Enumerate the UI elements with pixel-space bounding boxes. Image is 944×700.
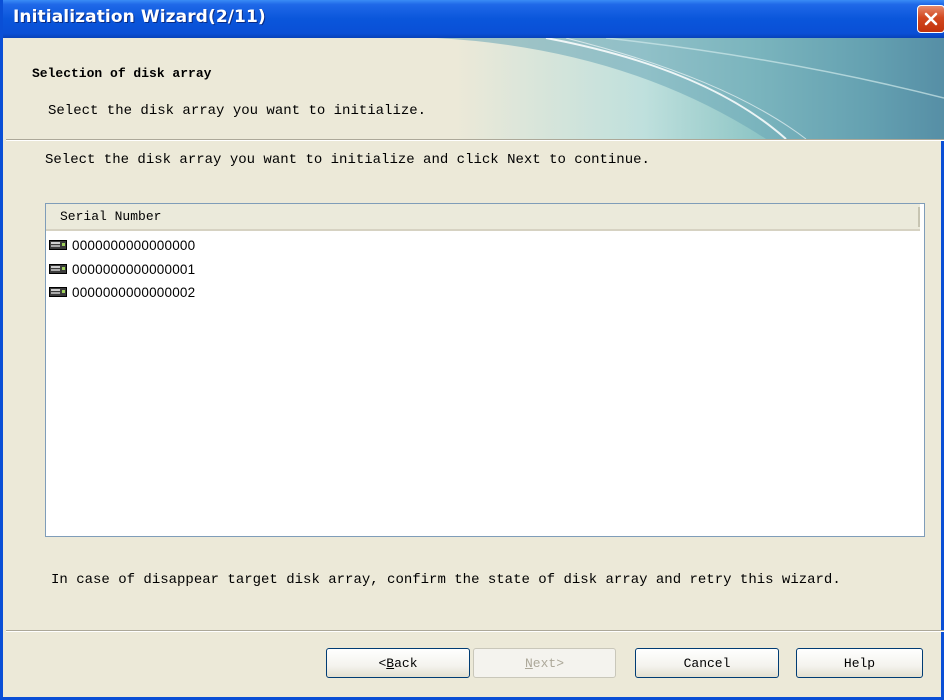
serial-number: 0000000000000000 bbox=[72, 237, 196, 253]
next-button-mnemonic: N bbox=[524, 655, 533, 671]
window-title: Initialization Wizard(2/11) bbox=[13, 7, 266, 27]
back-button[interactable]: < Back bbox=[326, 648, 470, 678]
disappear-note: In case of disappear target disk array, … bbox=[51, 572, 841, 588]
button-bar-divider bbox=[6, 630, 944, 632]
serial-number: 0000000000000002 bbox=[72, 284, 196, 300]
next-button[interactable]: Next > bbox=[473, 648, 616, 678]
banner-subtitle: Select the disk array you want to initia… bbox=[48, 103, 427, 119]
next-button-label-rest: ext bbox=[532, 655, 557, 671]
back-button-label-rest: ack bbox=[394, 655, 418, 671]
list-header: Serial Number bbox=[46, 204, 920, 231]
list-item[interactable]: 0000000000000001 bbox=[49, 258, 195, 280]
column-header-serial-number[interactable]: Serial Number bbox=[60, 209, 161, 224]
banner-title: Selection of disk array bbox=[32, 66, 212, 81]
help-button[interactable]: Help bbox=[796, 648, 923, 678]
close-icon bbox=[924, 12, 938, 26]
list-item[interactable]: 0000000000000002 bbox=[49, 281, 195, 303]
next-button-suffix: > bbox=[556, 655, 565, 671]
disk-array-icon bbox=[49, 240, 67, 250]
instruction-text: Select the disk array you want to initia… bbox=[45, 152, 650, 168]
cancel-button-label: Cancel bbox=[683, 655, 731, 671]
wizard-header-banner: Selection of disk array Select the disk … bbox=[6, 38, 944, 139]
cancel-button[interactable]: Cancel bbox=[635, 648, 779, 678]
column-resize-handle[interactable] bbox=[918, 207, 920, 227]
back-button-prefix: < bbox=[378, 655, 387, 671]
disk-array-icon bbox=[49, 264, 67, 274]
list-item[interactable]: 0000000000000000 bbox=[49, 234, 195, 256]
disk-array-icon bbox=[49, 287, 67, 297]
help-button-label: Help bbox=[843, 655, 876, 671]
disk-array-list[interactable]: Serial Number 0000000000000000 000000000… bbox=[45, 203, 925, 537]
serial-number: 0000000000000001 bbox=[72, 261, 196, 277]
back-button-mnemonic: B bbox=[386, 655, 395, 671]
close-button[interactable] bbox=[917, 5, 944, 33]
banner-swoosh-graphic bbox=[436, 38, 944, 139]
title-bar[interactable]: Initialization Wizard(2/11) bbox=[3, 0, 944, 38]
wizard-window: Initialization Wizard(2/11) Selection of… bbox=[0, 0, 944, 700]
banner-divider bbox=[6, 139, 944, 141]
